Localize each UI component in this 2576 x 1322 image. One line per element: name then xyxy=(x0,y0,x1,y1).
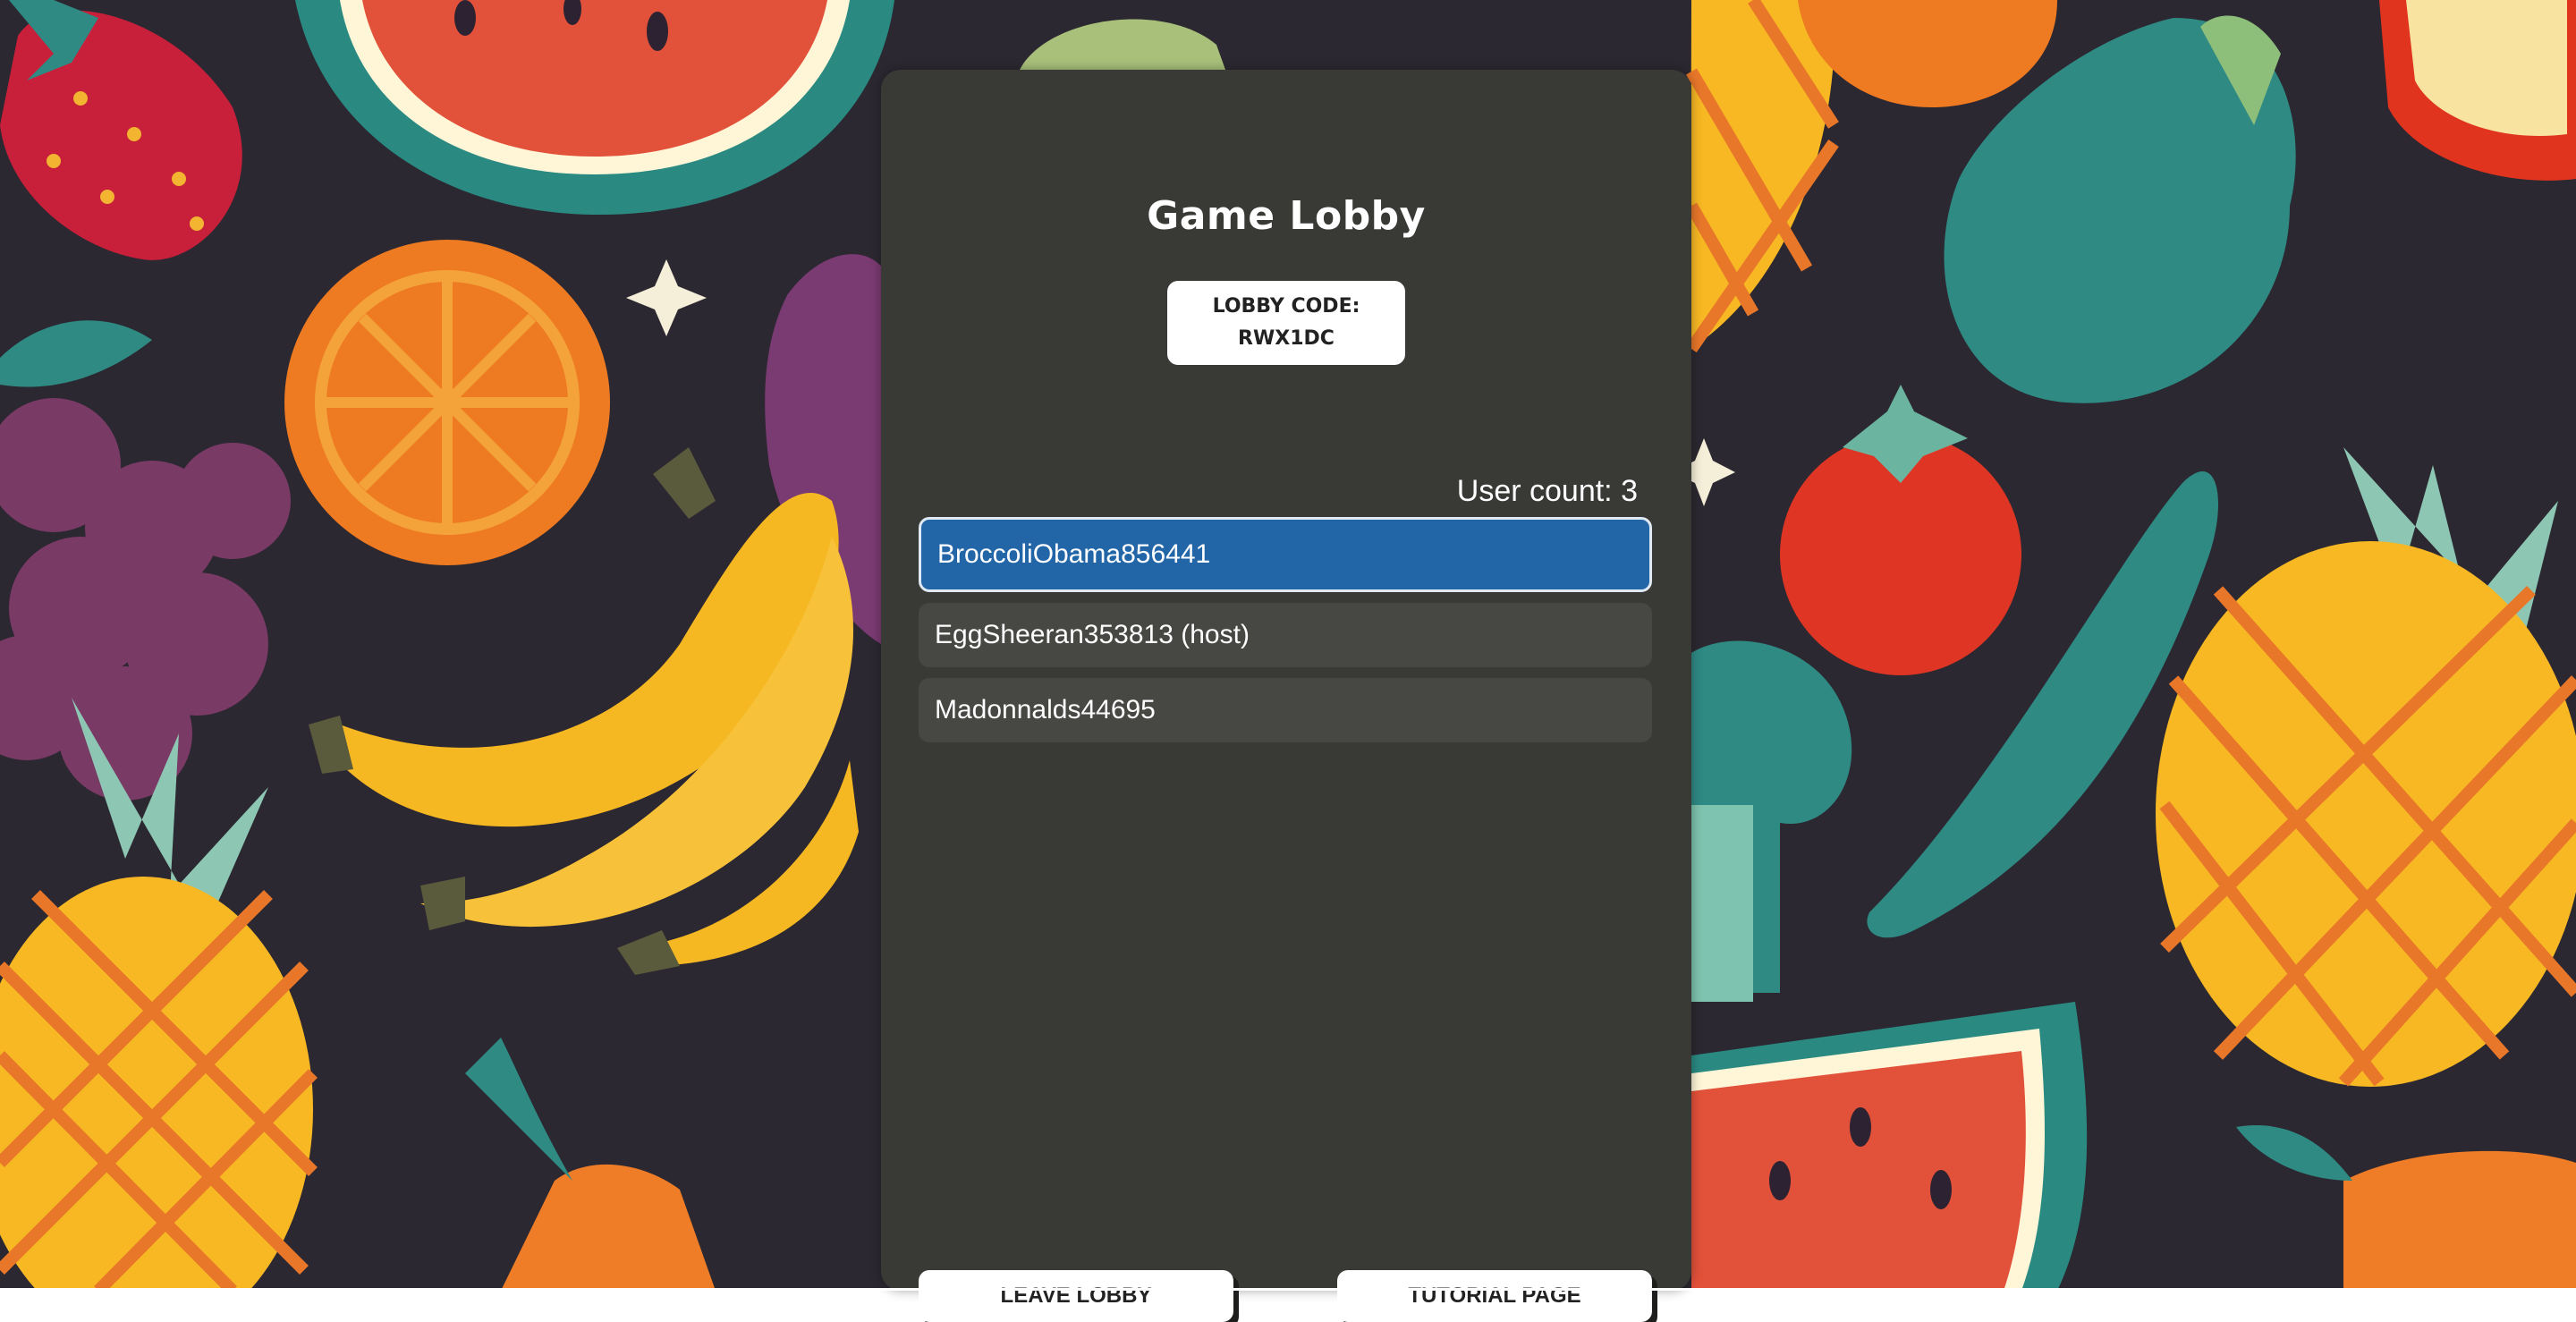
tutorial-page-button[interactable]: TUTORIAL PAGE xyxy=(1337,1270,1652,1322)
player-row[interactable]: Madonnalds44695 xyxy=(919,678,1652,742)
lobby-code-label: LOBBY CODE: xyxy=(1212,295,1360,318)
strawberry-decoration xyxy=(0,0,242,260)
pineapple-right-decoration xyxy=(2156,447,2576,1087)
lobby-code-box: LOBBY CODE: RWX1DC xyxy=(1167,281,1405,365)
lobby-panel: Game Lobby LOBBY CODE: RWX1DC User count… xyxy=(881,70,1691,1322)
player-row[interactable]: EggSheeran353813 (host) xyxy=(919,603,1652,667)
watermelon-decoration xyxy=(295,0,894,215)
player-name: EggSheeran353813 (host) xyxy=(935,620,1250,649)
player-name: Madonnalds44695 xyxy=(935,695,1156,725)
lobby-code-value: RWX1DC xyxy=(1238,327,1335,350)
pineapple-decoration xyxy=(0,698,318,1291)
grapes-decoration xyxy=(0,398,291,801)
player-list: BroccoliObama856441 EggSheeran353813 (ho… xyxy=(919,517,1652,753)
user-count: User count: 3 xyxy=(1456,474,1638,508)
page-title: Game Lobby xyxy=(1147,193,1426,239)
player-row-self[interactable]: BroccoliObama856441 xyxy=(919,517,1652,592)
tomato-decoration xyxy=(1780,385,2021,675)
orange-decoration xyxy=(284,240,610,565)
player-name: BroccoliObama856441 xyxy=(937,539,1211,569)
leave-lobby-button[interactable]: LEAVE LOBBY xyxy=(919,1270,1233,1322)
